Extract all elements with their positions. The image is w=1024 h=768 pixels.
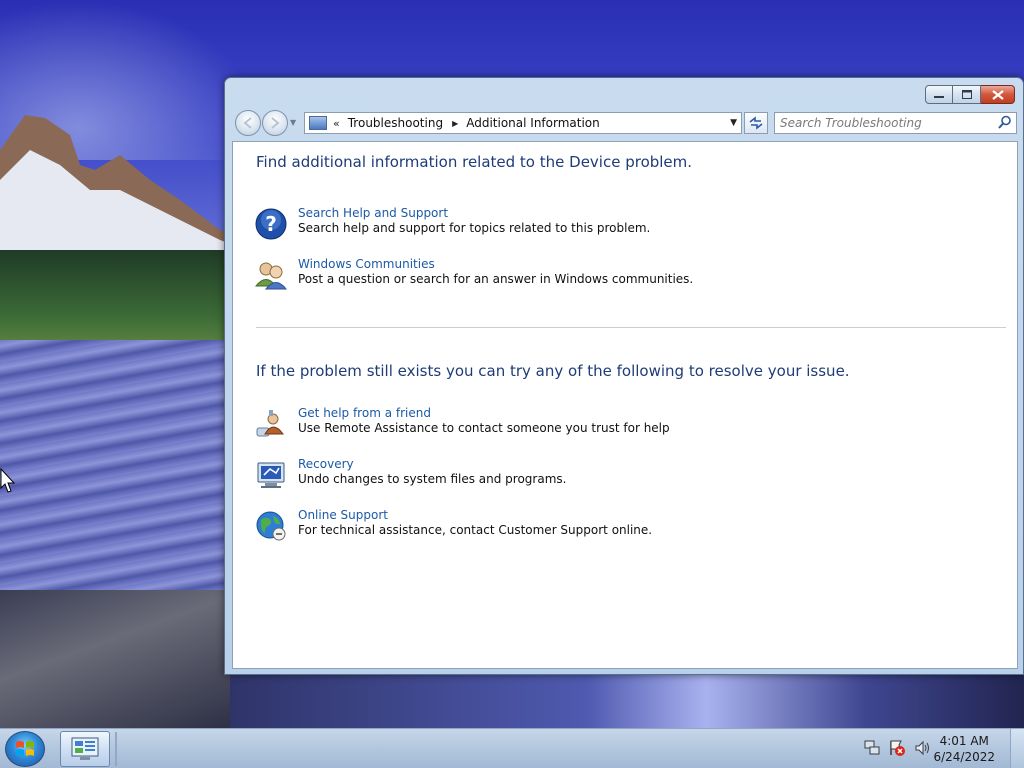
list-item: Recovery Undo changes to system files an…: [255, 457, 995, 493]
search-icon[interactable]: [998, 115, 1012, 129]
minimize-icon: [934, 95, 944, 98]
list-item-description: For technical assistance, contact Custom…: [298, 523, 653, 537]
troubleshooting-window: ▼ « Troubleshooting ▶ Additional Informa…: [224, 77, 1024, 675]
clock-date: 6/24/2022: [933, 750, 995, 764]
control-panel-icon: [309, 116, 327, 130]
list-item-description: Search help and support for topics relat…: [298, 221, 651, 235]
volume-icon[interactable]: [914, 739, 932, 757]
help-icon[interactable]: ?: [255, 208, 287, 240]
maximize-button[interactable]: [953, 85, 981, 104]
list-item-description: Undo changes to system files and program…: [298, 472, 567, 486]
clock-time: 4:01 AM: [939, 734, 989, 748]
online-support-icon[interactable]: [255, 510, 287, 542]
taskbar-separator: [115, 732, 117, 766]
list-item: ? Search Help and Support Search help an…: [255, 206, 995, 242]
breadcrumb-separator-icon[interactable]: ▶: [452, 119, 458, 128]
content-pane: Find additional information related to t…: [232, 141, 1018, 669]
system-tray: [864, 739, 932, 757]
forward-button[interactable]: [262, 110, 288, 136]
caption-buttons: [925, 85, 1015, 104]
clock[interactable]: 4:01 AM 6/24/2022: [933, 733, 995, 765]
navigation-bar: ▼ « Troubleshooting ▶ Additional Informa…: [233, 110, 1017, 136]
search-box[interactable]: [774, 112, 1017, 134]
online-support-link[interactable]: Online Support: [298, 508, 388, 522]
remote-assistance-icon[interactable]: [255, 408, 287, 440]
taskbar-control-panel-button[interactable]: [60, 731, 110, 767]
refresh-icon: [749, 116, 763, 130]
address-dropdown-icon[interactable]: ▼: [730, 118, 737, 128]
refresh-button[interactable]: [744, 112, 768, 134]
section-title: If the problem still exists you can try …: [256, 362, 850, 380]
control-panel-icon: [71, 737, 99, 760]
show-desktop-button[interactable]: [1010, 729, 1024, 768]
list-item-description: Post a question or search for an answer …: [298, 272, 694, 286]
action-center-icon[interactable]: [888, 739, 906, 757]
taskbar: 4:01 AM 6/24/2022: [0, 728, 1024, 768]
windows-logo-icon: [16, 741, 34, 756]
search-help-link[interactable]: Search Help and Support: [298, 206, 448, 220]
recovery-link[interactable]: Recovery: [298, 457, 354, 471]
close-icon: [991, 89, 1004, 100]
minimize-button[interactable]: [925, 85, 953, 104]
address-bar[interactable]: « Troubleshooting ▶ Additional Informati…: [304, 112, 742, 134]
back-arrow-icon: [243, 117, 252, 129]
start-button[interactable]: [5, 731, 45, 767]
breadcrumb-overflow[interactable]: «: [333, 117, 340, 130]
page-title: Find additional information related to t…: [256, 153, 693, 171]
svg-text:?: ?: [265, 212, 277, 236]
breadcrumb-troubleshooting[interactable]: Troubleshooting: [348, 116, 443, 130]
get-help-from-friend-link[interactable]: Get help from a friend: [298, 406, 431, 420]
recovery-icon[interactable]: [255, 459, 287, 491]
communities-icon[interactable]: [255, 259, 287, 291]
back-button[interactable]: [235, 110, 261, 136]
network-icon[interactable]: [864, 739, 880, 757]
recent-pages-dropdown[interactable]: ▼: [290, 118, 296, 127]
list-item: Get help from a friend Use Remote Assist…: [255, 406, 995, 442]
list-item: Windows Communities Post a question or s…: [255, 257, 995, 293]
section-divider: [256, 327, 1006, 328]
mouse-cursor-icon: [0, 468, 16, 493]
maximize-icon: [961, 90, 972, 99]
breadcrumb-additional-information[interactable]: Additional Information: [466, 116, 600, 130]
list-item-description: Use Remote Assistance to contact someone…: [298, 421, 670, 435]
windows-communities-link[interactable]: Windows Communities: [298, 257, 435, 271]
search-input[interactable]: [775, 113, 985, 133]
list-item: Online Support For technical assistance,…: [255, 508, 995, 544]
forward-arrow-icon: [271, 117, 280, 129]
close-button[interactable]: [981, 85, 1015, 104]
